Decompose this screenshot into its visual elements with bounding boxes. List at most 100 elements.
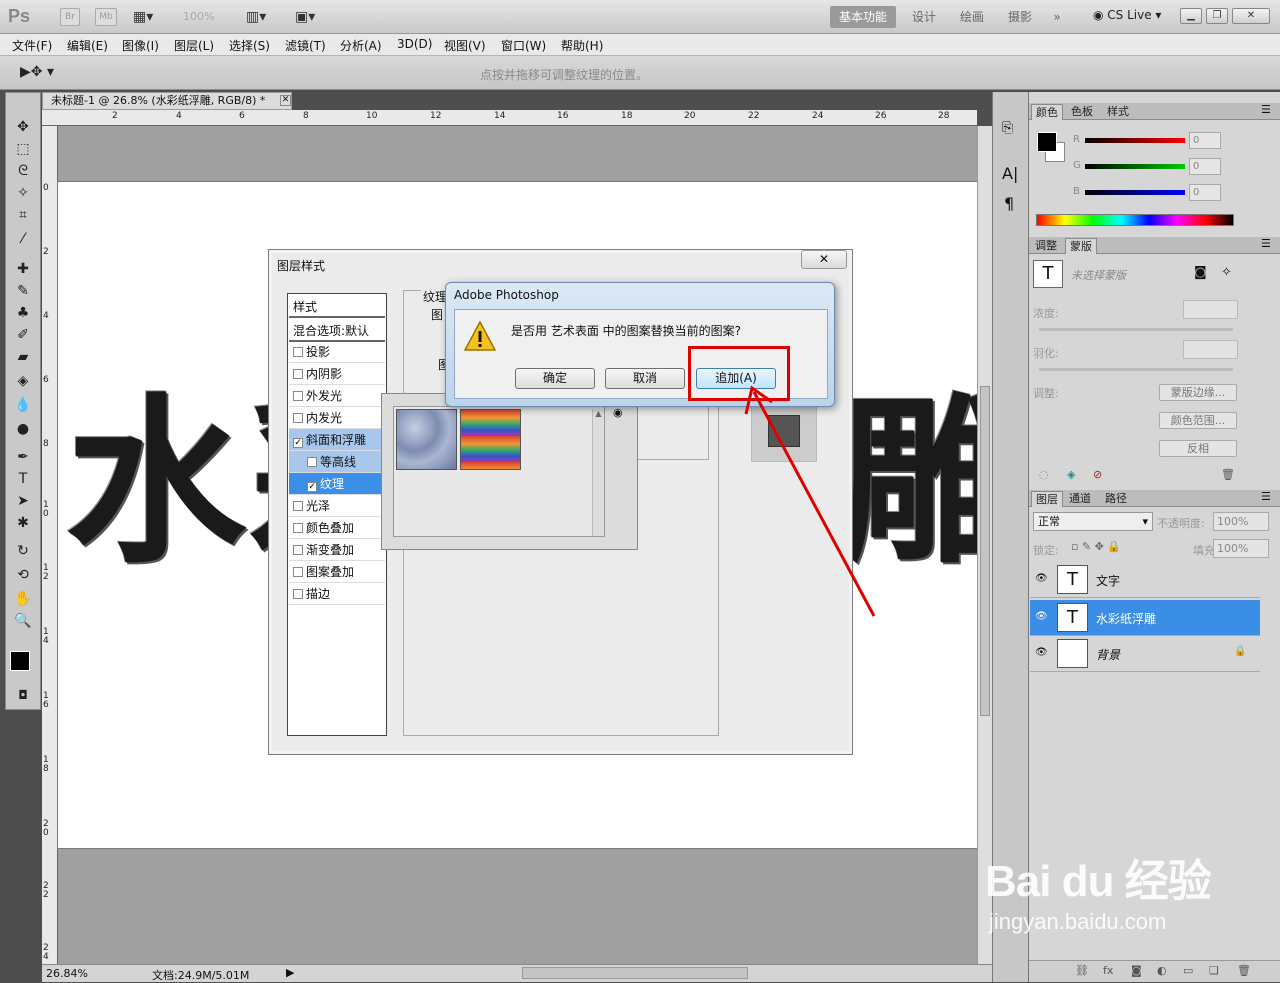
custom-shape-tool-icon[interactable]: ✱ [10,513,36,533]
apply-mask-icon[interactable]: ◈ [1067,468,1075,481]
add-mask-icon[interactable]: ◙ [1131,964,1142,977]
vector-mask-icon[interactable]: ✧ [1221,265,1232,280]
workspace-essentials[interactable]: 基本功能 [830,6,896,28]
close-window-button[interactable]: ✕ [1232,8,1270,24]
pixel-mask-icon[interactable]: ◙ [1194,265,1207,280]
style-stroke[interactable]: 描边 [289,583,385,605]
character-panel-icon[interactable]: A| [1002,164,1018,183]
style-gradient-overlay[interactable]: 渐变叠加 [289,539,385,561]
checkbox-checked[interactable]: ✓ [307,482,317,492]
tab-masks[interactable]: 蒙版 [1065,238,1097,254]
pattern-swatch-rainbow[interactable] [460,409,521,470]
style-pattern-overlay[interactable]: 图案叠加 [289,561,385,583]
panel-menu-icon[interactable]: ☰ [1261,103,1271,116]
workspace-design[interactable]: 设计 [906,6,942,28]
pattern-swatch-bubbles[interactable] [396,409,457,470]
menu-image[interactable]: 图像(I) [122,37,159,54]
tab-paths[interactable]: 路径 [1101,491,1131,507]
density-input[interactable] [1183,300,1238,319]
brush-tool-icon[interactable]: ✎ [10,281,36,301]
style-satin[interactable]: 光泽 [289,495,385,517]
panel-menu-icon[interactable]: ☰ [1261,237,1271,250]
color-foreground-swatch[interactable] [1037,132,1057,152]
blend-mode-select[interactable]: 正常 ▾ [1033,512,1153,531]
tab-swatches[interactable]: 色板 [1067,104,1097,120]
panel-menu-icon[interactable]: ☰ [1261,490,1271,503]
picker-menu-arrow-icon[interactable]: ◉ [613,406,623,419]
style-contour[interactable]: 等高线 [289,451,385,473]
menu-select[interactable]: 选择(S) [229,37,270,54]
color-spectrum-bar[interactable] [1036,214,1234,226]
menu-3d[interactable]: 3D(D) [397,37,432,51]
eraser-tool-icon[interactable]: ▰ [10,347,36,367]
delete-layer-icon[interactable]: 🗑 [1237,964,1251,977]
mini-bridge-button[interactable]: Mb [95,8,117,26]
status-menu-arrow-icon[interactable]: ▶ [286,966,294,979]
screen-mode-icon[interactable]: ▣▾ [295,9,315,25]
delete-mask-icon[interactable]: 🗑 [1221,468,1235,481]
workspace-painting[interactable]: 绘画 [954,6,990,28]
blur-tool-icon[interactable]: 💧 [10,395,36,415]
style-color-overlay[interactable]: 颜色叠加 [289,517,385,539]
maximize-button[interactable]: ❐ [1206,8,1228,24]
close-document-icon[interactable]: ✕ [280,95,291,106]
quick-mask-icon[interactable]: ◘ [10,685,36,705]
view-extras-icon[interactable]: ▦▾ [133,9,163,25]
checkbox[interactable] [293,545,303,555]
crop-tool-icon[interactable]: ⌗ [10,205,36,225]
layer-row-text[interactable]: 👁 T 文字 [1030,562,1260,598]
feather-input[interactable] [1183,340,1238,359]
visibility-eye-icon[interactable]: 👁 [1035,611,1048,622]
close-dialog-button[interactable]: ✕ [801,250,847,269]
invert-button[interactable]: 反相 [1159,440,1237,457]
move-tool-preset-icon[interactable]: ▶✥ ▾ [20,64,54,80]
checkbox[interactable] [293,391,303,401]
scroll-thumb[interactable] [980,386,990,716]
eyedropper-tool-icon[interactable]: ⁄ [10,229,36,249]
type-tool-icon[interactable]: T [10,469,36,489]
cancel-button[interactable]: 取消 [605,368,685,389]
hand-tool-icon[interactable]: ✋ [10,589,36,609]
menu-help[interactable]: 帮助(H) [561,37,603,54]
checkbox[interactable] [293,501,303,511]
fx-icon[interactable]: fx [1103,964,1113,977]
more-workspaces-button[interactable]: » [1044,6,1070,28]
style-outer-glow[interactable]: 外发光 [289,385,385,407]
history-panel-icon[interactable]: ⎘ [1002,120,1013,136]
pen-tool-icon[interactable]: ✒ [10,447,36,467]
link-layers-icon[interactable]: ⛓ [1075,964,1089,977]
paragraph-panel-icon[interactable]: ¶ [1004,194,1014,213]
fill-input[interactable]: 100% [1213,539,1269,558]
layer-row-background[interactable]: 👁 背景 🔒 [1030,636,1260,672]
tab-adjustments[interactable]: 调整 [1031,238,1061,254]
visibility-eye-icon[interactable]: 👁 [1035,573,1048,584]
checkbox-checked[interactable]: ✓ [293,438,303,448]
dodge-tool-icon[interactable]: ● [10,419,36,439]
checkbox[interactable] [293,523,303,533]
green-slider[interactable] [1085,164,1185,169]
menu-filter[interactable]: 滤镜(T) [285,37,326,54]
checkbox[interactable] [293,369,303,379]
style-drop-shadow[interactable]: 投影 [289,341,385,363]
lock-icons[interactable]: ▫ ✎ ✥ 🔒 [1071,540,1121,553]
tab-layers[interactable]: 图层 [1031,491,1063,507]
healing-brush-tool-icon[interactable]: ✚ [10,259,36,279]
quick-selection-tool-icon[interactable]: ✧ [10,183,36,203]
styles-header[interactable]: 样式 [289,296,385,318]
status-zoom[interactable]: 26.84% [46,967,88,980]
vertical-scrollbar[interactable] [977,126,992,964]
blue-slider[interactable] [1085,190,1185,195]
bridge-button[interactable]: Br [60,8,80,26]
path-selection-tool-icon[interactable]: ➤ [10,491,36,511]
ok-button[interactable]: 确定 [515,368,595,389]
blue-value[interactable]: 0 [1189,184,1221,201]
move-tool-icon[interactable]: ✥ [10,117,36,137]
color-range-button[interactable]: 颜色范围... [1159,412,1237,429]
menu-analysis[interactable]: 分析(A) [340,37,382,54]
marquee-tool-icon[interactable]: ⬚ [10,139,36,159]
document-tab[interactable]: 未标题-1 @ 26.8% (水彩纸浮雕, RGB/8) * ✕ [42,92,292,110]
menu-file[interactable]: 文件(F) [12,37,52,54]
tab-channels[interactable]: 通道 [1065,491,1095,507]
foreground-color-swatch[interactable] [10,651,30,671]
menu-edit[interactable]: 编辑(E) [67,37,108,54]
